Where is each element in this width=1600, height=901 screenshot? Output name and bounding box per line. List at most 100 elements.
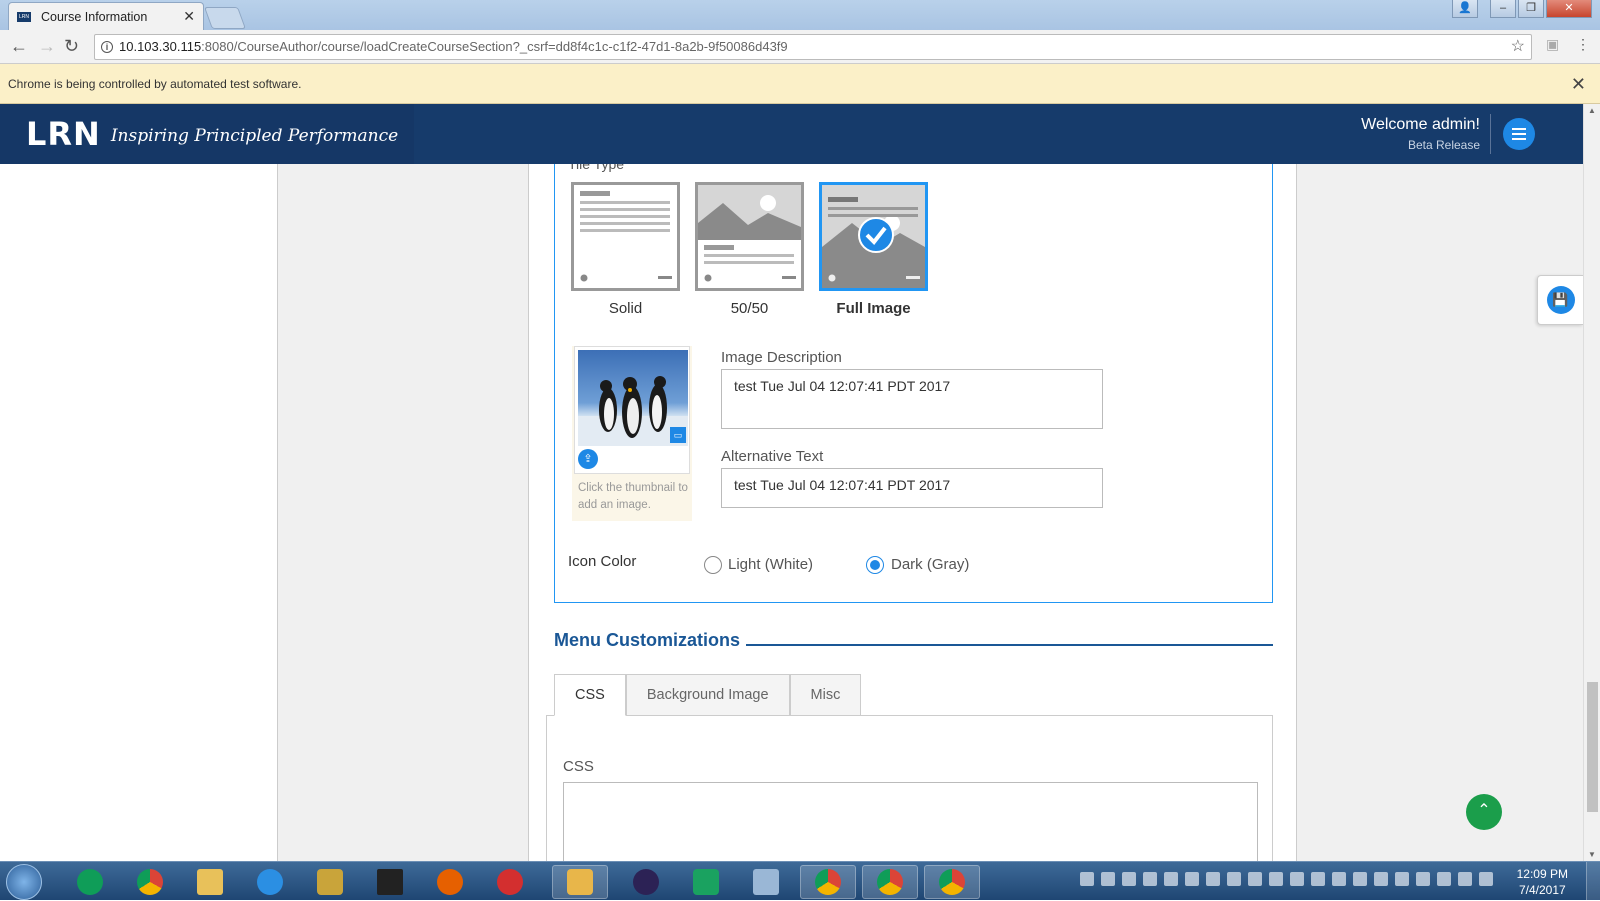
tray-icon[interactable] [1206,872,1220,886]
lrn-logo[interactable]: LRN Inspiring Principled Performance [0,104,414,164]
logo-tagline: Inspiring Principled Performance [110,126,399,146]
forward-icon[interactable]: → [38,36,56,57]
radio-dark-gray[interactable] [866,556,884,574]
scroll-to-top-button[interactable]: ⌃ [1466,794,1502,830]
alt-text-label: Alternative Text [721,448,824,465]
volume-icon[interactable] [1479,872,1493,886]
tray-icon[interactable] [1353,872,1367,886]
tray-icon[interactable] [1311,872,1325,886]
firefox-taskbar-icon[interactable] [422,865,478,899]
menu-customizations-title: Menu Customizations [554,630,741,650]
tray-icon[interactable] [1080,872,1094,886]
scrollbar-thumb[interactable] [1587,682,1598,812]
hangouts-taskbar-icon[interactable] [62,865,118,899]
css-textarea[interactable] [563,782,1258,861]
tab-css[interactable]: CSS [554,674,626,716]
tile-option-solid[interactable] [571,182,680,291]
keepass-taskbar-icon[interactable] [302,865,358,899]
image-thumbnail[interactable]: ⇪ ▭ [574,346,690,474]
outlook-taskbar-icon[interactable] [552,865,608,899]
minimize-button[interactable]: – [1490,0,1516,18]
radio-light-white[interactable] [704,556,722,574]
terminal-taskbar-icon[interactable] [362,865,418,899]
tile-option-50-50[interactable] [695,182,804,291]
infobar-text: Chrome is being controlled by automated … [8,77,302,91]
profile-icon[interactable]: 👤 [1452,0,1478,18]
alt-text-field[interactable]: test Tue Jul 04 12:07:41 PDT 2017 [721,468,1103,508]
reload-icon[interactable]: ↻ [64,36,79,57]
tile-option-full-image[interactable] [819,182,928,291]
skype-taskbar-icon[interactable] [678,865,734,899]
tray-icon[interactable] [1395,872,1409,886]
tile-label-50-50: 50/50 [730,300,769,317]
maximize-button[interactable]: ❐ [1518,0,1544,18]
vivaldi-taskbar-icon[interactable] [482,865,538,899]
scroll-up-arrow-icon[interactable]: ▲ [1588,106,1596,115]
browser-toolbar: ← → ↻ i 10.103.30.115:8080/CourseAuthor/… [0,30,1600,64]
taskbar-clock[interactable]: 12:09 PM 7/4/2017 [1517,866,1568,898]
radio-dark-gray-label[interactable]: Dark (Gray) [891,556,969,573]
tray-icon[interactable] [1143,872,1157,886]
tray-icon[interactable] [1227,872,1241,886]
header-divider [1490,114,1491,154]
upload-icon[interactable]: ⇪ [578,449,598,469]
scroll-down-arrow-icon[interactable]: ▼ [1588,850,1596,859]
extension-icon[interactable]: ▣ [1546,36,1559,53]
bookmark-star-icon[interactable]: ☆ [1511,35,1525,59]
tray-icon[interactable] [1101,872,1115,886]
browser-titlebar: LRN Course Information ✕ 👤 – ❐ ✕ [0,0,1600,30]
tray-icon[interactable] [1374,872,1388,886]
save-disk-icon: 💾 [1546,286,1575,314]
image-description-field[interactable]: test Tue Jul 04 12:07:41 PDT 2017 [721,369,1103,429]
icon-color-label: Icon Color [568,553,637,570]
chrome-window-3-taskbar-icon[interactable] [924,865,980,899]
chrome-window-2-taskbar-icon[interactable] [862,865,918,899]
file-explorer-taskbar-icon[interactable] [182,865,238,899]
infobar-close-icon[interactable]: ✕ [1571,64,1586,104]
tab-misc[interactable]: Misc [789,674,862,716]
tray-icon[interactable] [1185,872,1199,886]
notepad-taskbar-icon[interactable] [738,865,794,899]
new-tab-button[interactable] [203,7,247,29]
monitor-icon[interactable]: ▭ [670,427,686,443]
chrome-taskbar-icon[interactable] [122,865,178,899]
info-icon[interactable]: i [101,41,113,53]
show-desktop-button[interactable] [1586,862,1600,901]
chrome-window-1-taskbar-icon[interactable] [800,865,856,899]
tile-type-label: Tile Type [568,164,625,172]
close-window-button[interactable]: ✕ [1546,0,1592,18]
tray-icon[interactable] [1122,872,1136,886]
back-icon[interactable]: ← [10,36,28,57]
network-icon[interactable] [1458,872,1472,886]
hamburger-menu-button[interactable] [1503,118,1535,150]
tray-icon[interactable] [1269,872,1283,886]
tray-icon[interactable] [1290,872,1304,886]
floating-save-button[interactable]: 💾 [1537,275,1583,325]
image-thumbnail-area: ⇪ ▭ Click the thumbnail to add an image. [572,346,692,521]
tab-title: Course Information [41,9,148,24]
tray-icon[interactable] [1248,872,1262,886]
page-scrollbar[interactable]: ▲ ▼ [1583,104,1600,861]
tab-close-icon[interactable]: ✕ [183,8,195,25]
url-path: :8080/CourseAuthor/course/loadCreateCour… [201,39,788,54]
menu-tabs: CSS Background Image Misc [554,674,862,716]
tab-background-image[interactable]: Background Image [625,674,790,716]
url-host: 10.103.30.115 [119,39,202,54]
tray-icon[interactable] [1437,872,1451,886]
chrome-menu-icon[interactable]: ⋮ [1576,36,1590,53]
radio-light-white-label[interactable]: Light (White) [728,556,813,573]
tray-icon[interactable] [1164,872,1178,886]
address-bar[interactable]: i 10.103.30.115:8080/CourseAuthor/course… [94,34,1532,60]
windows-start-button[interactable] [6,864,42,900]
css-label: CSS [563,758,594,775]
window-controls: 👤 – ❐ ✕ [1452,0,1592,18]
thumbnail-hint: Click the thumbnail to add an image. [578,482,688,511]
tray-icon[interactable] [1416,872,1430,886]
browser-tab[interactable]: LRN Course Information ✕ [8,2,204,30]
tile-label-full-image: Full Image [836,300,911,317]
fifty-fifty-tile-icon [698,185,801,282]
eclipse-taskbar-icon[interactable] [618,865,674,899]
internet-explorer-taskbar-icon[interactable] [242,865,298,899]
css-tab-panel: CSS [546,715,1273,861]
tray-icon[interactable] [1332,872,1346,886]
